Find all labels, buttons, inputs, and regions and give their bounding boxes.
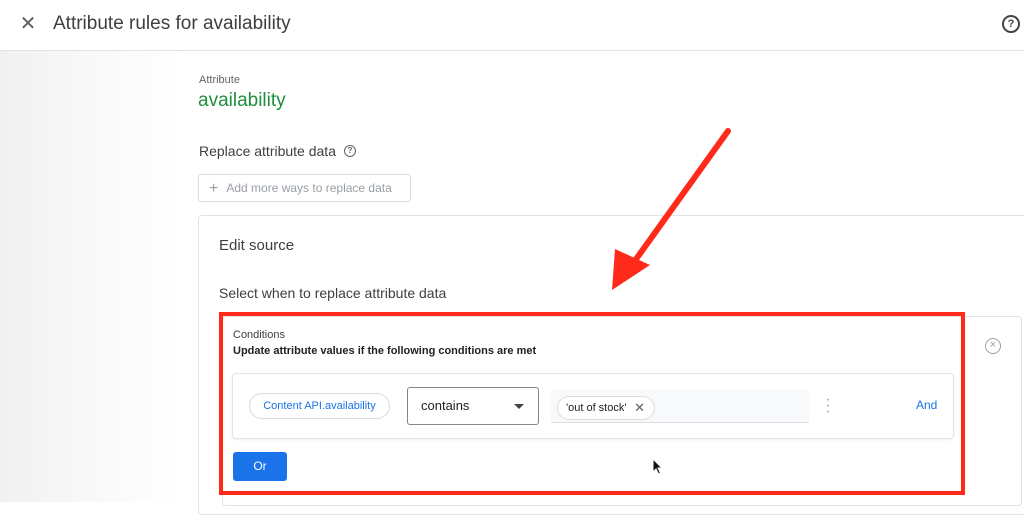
- replace-attribute-title: Replace attribute data: [199, 143, 336, 159]
- select-when-heading: Select when to replace attribute data: [219, 285, 447, 301]
- add-replace-way-label: Add more ways to replace data: [226, 181, 392, 195]
- page-title: Attribute rules for availability: [53, 13, 291, 34]
- replace-help-icon[interactable]: ?: [344, 145, 356, 157]
- add-replace-way-button[interactable]: + Add more ways to replace data: [198, 174, 411, 202]
- highlight-annotation-box: [219, 312, 965, 495]
- close-icon[interactable]: ✕: [18, 14, 38, 34]
- attribute-value: availability: [198, 90, 286, 111]
- top-bar: ✕ Attribute rules for availability ?: [0, 0, 1024, 51]
- edit-source-title: Edit source: [219, 237, 295, 254]
- remove-condition-icon[interactable]: ×: [985, 338, 1001, 354]
- attribute-label: Attribute: [199, 74, 240, 86]
- help-icon[interactable]: ?: [1002, 15, 1020, 33]
- mouse-cursor-icon: [652, 458, 664, 475]
- plus-icon: +: [209, 180, 219, 197]
